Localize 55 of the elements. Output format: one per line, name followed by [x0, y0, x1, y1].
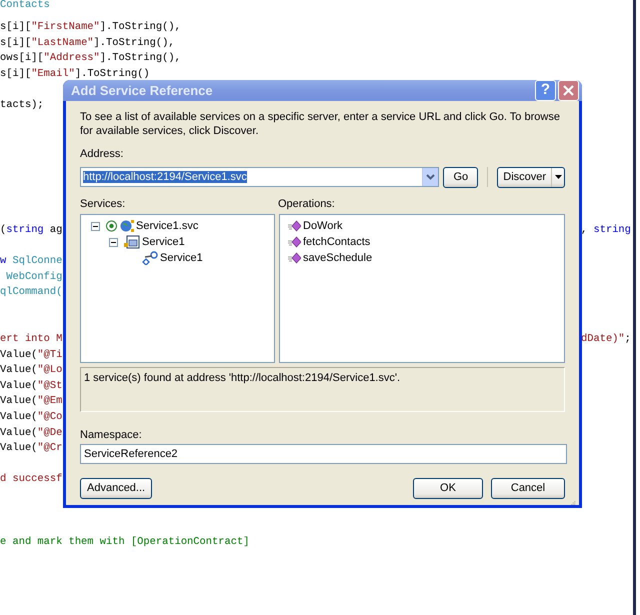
- collapse-toggle-icon[interactable]: [91, 222, 100, 230]
- operation-item[interactable]: saveSchedule: [303, 250, 372, 266]
- code-line: e and mark them with [OperationContract]: [0, 536, 250, 548]
- method-icon: [288, 220, 301, 232]
- namespace-field[interactable]: ServiceReference2: [80, 444, 567, 464]
- code-line: (string ag: [0, 224, 62, 236]
- caret-down-icon: [554, 175, 562, 179]
- code-line: s[i]["Email"].ToString(): [0, 68, 150, 80]
- code-line: qlCommand(: [0, 286, 62, 298]
- code-line: d successf: [0, 473, 62, 486]
- discover-split-button[interactable]: Discover: [497, 166, 565, 188]
- code-line: WebConfig: [5, 270, 62, 283]
- go-button[interactable]: Go: [443, 166, 478, 188]
- description-text: To see a list of available services on a specific server, enter a service URL and click Go. To browse for available services, click Discover.: [80, 110, 561, 138]
- code-line: Value("@Em: [0, 395, 62, 408]
- field-label: Address:: [80, 147, 124, 162]
- method-icon: [288, 236, 301, 248]
- code-line: Value("@Cr: [0, 442, 62, 454]
- code-line: s[i]["FirstName"].ToString(),: [0, 21, 181, 34]
- code-line: s[i]["LastName"].ToString(),: [0, 36, 175, 49]
- code-line: ert into M: [0, 333, 62, 346]
- field-label: Services:: [80, 198, 126, 210]
- dialog-title: Add Service Reference: [71, 82, 214, 100]
- code-line: Contacts: [0, 0, 50, 11]
- tree-item[interactable]: Service1.svc: [136, 218, 198, 234]
- close-icon: [563, 85, 574, 96]
- close-button[interactable]: [558, 80, 579, 101]
- chevron-down-icon: [426, 174, 436, 180]
- cancel-button[interactable]: Cancel: [491, 478, 565, 498]
- class-icon: [124, 235, 140, 249]
- tree-item[interactable]: Service1: [142, 234, 185, 250]
- operation-item[interactable]: fetchContacts: [303, 234, 370, 250]
- code-line: Value("@De: [0, 426, 62, 439]
- globe-icon: [106, 219, 134, 233]
- code-line: tacts);: [0, 99, 44, 112]
- dropdown-arrow-button[interactable]: [422, 168, 438, 186]
- field-label: Namespace:: [80, 428, 143, 443]
- code-line: Value("@St: [0, 380, 62, 392]
- field-label: Operations:: [278, 196, 335, 212]
- advanced-button[interactable]: Advanced...: [80, 478, 152, 498]
- code-line: w SqlConne: [0, 255, 62, 268]
- code-line: Value("@Ti: [0, 348, 62, 361]
- status-message: 1 service(s) found at address 'http://localhost:2194/Service1.svc'.: [84, 372, 400, 384]
- address-combo[interactable]: http://localhost:2194/Service1.svc: [80, 167, 440, 187]
- code-line: dDate)";: [581, 333, 631, 346]
- code-line: Value("@Lo: [0, 364, 62, 376]
- code-line: Value("@Co: [0, 411, 62, 424]
- collapse-toggle-icon[interactable]: [109, 238, 118, 246]
- method-icon: [288, 252, 301, 264]
- tree-item[interactable]: Service1: [160, 250, 203, 266]
- code-line: ows[i]["Address"].ToString(),: [0, 52, 181, 64]
- operation-item[interactable]: DoWork: [303, 218, 343, 234]
- code-line: , string: [581, 224, 631, 236]
- ok-button[interactable]: OK: [413, 478, 483, 498]
- endpoint-icon: [142, 251, 158, 265]
